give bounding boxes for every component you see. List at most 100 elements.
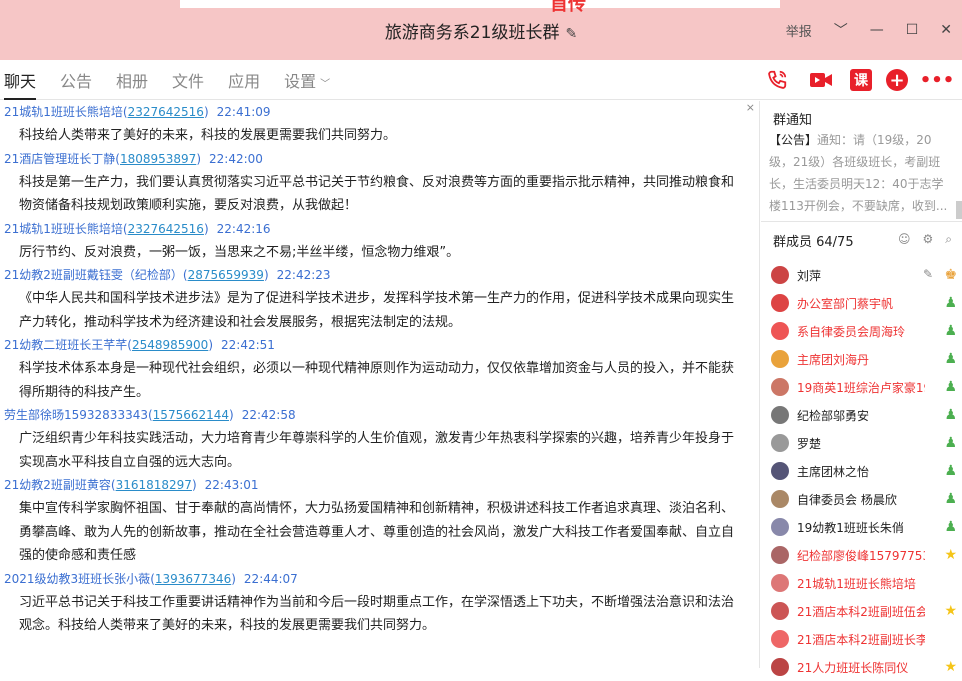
member-item[interactable]: 办公室部门蔡宇帆 ♟ (771, 289, 959, 317)
avatar[interactable] (771, 266, 789, 284)
member-item[interactable]: 19幼教1班班长朱俏 ♟ (771, 513, 959, 541)
sender-qq-link[interactable]: 3161818297 (116, 478, 192, 492)
search-icon[interactable]: ⌕ (945, 232, 952, 247)
admin-icon: ♟ (944, 463, 957, 479)
message-header: 21酒店管理班长丁静(1808953897) 22:42:00 (4, 151, 263, 166)
collapse-icon[interactable]: ⨯ (746, 101, 755, 114)
avatar[interactable] (771, 350, 789, 368)
message-text: 厉行节约、反对浪费，一粥一饭，当思来之不易;半丝半缕，恒念物力维艰”。 (19, 244, 460, 260)
avatar[interactable] (771, 602, 789, 620)
sender-qq-link[interactable]: 2875659939 (188, 268, 264, 282)
sender-name[interactable]: 2021级幼教3班班长张小薇 (4, 572, 150, 586)
toolbar: 课 + ••• (762, 65, 955, 95)
member-item[interactable]: 纪检部邬勇安 ♟ (771, 401, 959, 429)
edit-icon[interactable]: ✎ (923, 267, 933, 281)
member-name: 19商英1班综治卢家豪19 (797, 380, 925, 395)
member-item[interactable]: 21酒店本科2班副班伍会 ★ (771, 597, 959, 625)
member-item[interactable]: 刘萍 ✎ ♚ (771, 261, 959, 289)
message-item: 21城轨1班班长熊培培(2327642516) 22:42:16 厉行节约、反对浪费… (0, 218, 759, 265)
member-name: 主席团刘海丹 (797, 352, 870, 367)
sender-name[interactable]: 21城轨1班班长熊培培 (4, 105, 123, 119)
avatar[interactable] (771, 658, 789, 676)
window-controls: 举报 ﹀ — ☐ ✕ (786, 20, 952, 40)
window-title: 旅游商务系21级班长群 (384, 23, 560, 43)
sender-qq-link[interactable]: 2327642516 (128, 222, 204, 236)
notice-scrollbar[interactable] (956, 201, 962, 219)
member-item[interactable]: 21城轨1班班长熊培培 (771, 569, 959, 597)
tab-files[interactable]: 文件 (172, 68, 204, 100)
sender-name[interactable]: 21幼教二班班长王芊芊 (4, 338, 127, 352)
tab-apps[interactable]: 应用 (228, 68, 260, 100)
sender-name[interactable]: 21幼教2班副班戴钰雯（纪检部） (4, 268, 183, 282)
tab-album[interactable]: 相册 (116, 68, 148, 100)
member-item[interactable]: 罗楚 ♟ (771, 429, 959, 457)
divider (761, 221, 962, 222)
member-item[interactable]: 主席团林之怡 ♟ (771, 457, 959, 485)
member-item[interactable]: 系自律委员会周海玲 ♟ (771, 317, 959, 345)
admin-icon: ♟ (944, 295, 957, 311)
admin-icon: ♟ (944, 407, 957, 423)
phone-icon[interactable] (762, 65, 792, 95)
edit-title-icon[interactable]: ✎ (565, 26, 577, 42)
avatar[interactable] (771, 462, 789, 480)
chat-area[interactable]: ⨯ 21城轨1班班长熊培培(2327642516) 22:41:09 科技给人类带来… (0, 101, 760, 668)
message-time: 22:42:23 (276, 268, 331, 282)
report-button[interactable]: 举报 (786, 21, 812, 40)
sender-qq-link[interactable]: 1393677346 (155, 572, 231, 586)
message-header: 21城轨1班班长熊培培(2327642516) 22:42:16 (4, 221, 271, 236)
avatar[interactable] (771, 378, 789, 396)
avatar[interactable] (771, 630, 789, 648)
add-button[interactable]: + (886, 69, 908, 91)
member-name: 系自律委员会周海玲 (797, 324, 906, 339)
sender-name[interactable]: 劳生部徐旸15932833343 (4, 408, 148, 422)
message-item: 劳生部徐旸15932833343(1575662144) 22:42:58 广泛组织… (0, 404, 759, 474)
member-item[interactable]: 自律委员会 杨晨欣 ♟ (771, 485, 959, 513)
message-header: 21幼教2班副班黄容(3161818297) 22:43:01 (4, 478, 259, 492)
sender-qq-link[interactable]: 2327642516 (128, 105, 204, 119)
title-top-strip: 首传 (180, 0, 780, 15)
avatar[interactable] (771, 574, 789, 592)
member-name: 纪检部邬勇安 (797, 408, 870, 423)
member-name: 自律委员会 杨晨欣 (797, 492, 897, 507)
close-button[interactable]: ✕ (940, 22, 952, 38)
sender-qq-link[interactable]: 2548985900 (132, 338, 208, 352)
avatar[interactable] (771, 434, 789, 452)
avatar[interactable] (771, 490, 789, 508)
avatar[interactable] (771, 518, 789, 536)
member-item[interactable]: 主席团刘海丹 ♟ (771, 345, 959, 373)
member-item[interactable]: 21酒店本科2班副班长李建斌 (771, 625, 959, 653)
member-item[interactable]: 19商英1班综治卢家豪19 ♟ (771, 373, 959, 401)
admin-icon: ♟ (944, 351, 957, 367)
avatar[interactable] (771, 546, 789, 564)
avatar[interactable] (771, 322, 789, 340)
message-time: 22:44:07 (243, 571, 298, 586)
message-time: 22:43:01 (204, 478, 259, 492)
member-name: 刘萍 (797, 268, 822, 283)
avatar[interactable] (771, 294, 789, 312)
message-text: 科技是第一生产力，我们要认真贯彻落实习近平总书记关于节约粮食、反对浪费等方面的重… (19, 174, 735, 214)
avatar[interactable] (771, 406, 789, 424)
member-name: 21城轨1班班长熊培培 (797, 576, 916, 591)
tab-announcement[interactable]: 公告 (60, 68, 92, 100)
video-icon[interactable] (806, 65, 836, 95)
manage-icon[interactable]: ⚙ (923, 232, 934, 247)
tab-settings[interactable]: 设置 ﹀ (284, 68, 330, 100)
sender-qq-link[interactable]: 1575662144 (153, 408, 229, 422)
more-icon[interactable]: ••• (920, 65, 955, 95)
sender-name[interactable]: 21幼教2班副班黄容 (4, 478, 111, 492)
maximize-button[interactable]: ☐ (906, 22, 919, 38)
message-header: 21幼教2班副班戴钰雯（纪检部）(2875659939) 22:42:23 (4, 268, 331, 282)
class-button[interactable]: 课 (850, 69, 872, 91)
member-item[interactable]: 纪检部廖俊峰15797753 ★ (771, 541, 959, 569)
sender-qq-link[interactable]: 1808953897 (120, 152, 196, 166)
message-text: 《中华人民共和国科学技术进步法》是为了促进科学技术进步，发挥科学技术第一生产力的… (19, 291, 735, 330)
invite-icon[interactable]: ☺ (898, 232, 911, 247)
tab-chat[interactable]: 聊天 (4, 68, 37, 100)
notice-body[interactable]: 【公告】通知：请（19级，20级，21级）各班级班长，考副班长，生活委员明天12… (769, 129, 949, 217)
member-item[interactable]: 21人力班班长陈同仪 ★ (771, 653, 959, 681)
message-header: 劳生部徐旸15932833343(1575662144) 22:42:58 (4, 408, 296, 422)
sender-name[interactable]: 21城轨1班班长熊培培 (4, 222, 123, 236)
sender-name[interactable]: 21酒店管理班长丁静 (4, 152, 115, 166)
dropdown-icon[interactable]: ﹀ (834, 20, 848, 40)
minimize-button[interactable]: — (870, 22, 884, 38)
